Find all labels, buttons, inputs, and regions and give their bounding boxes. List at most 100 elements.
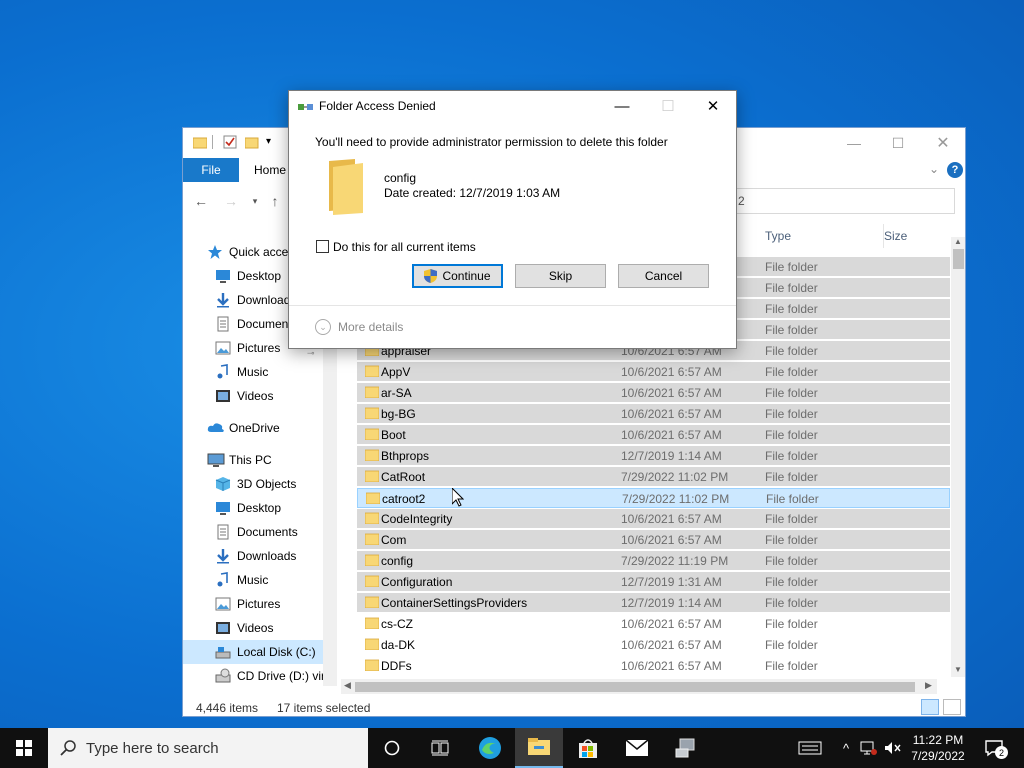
music-icon [215, 364, 231, 380]
large-folder-icon [325, 157, 365, 215]
nav-item[interactable]: Videos [183, 384, 323, 408]
input-indicator-icon[interactable] [796, 740, 824, 756]
mail-icon[interactable] [613, 728, 661, 768]
folder-access-denied-dialog: Folder Access Denied — ☐ ✕ You'll need t… [288, 90, 737, 349]
scroll-down-icon[interactable]: ▼ [954, 665, 962, 674]
dialog-close-icon[interactable]: ✕ [690, 91, 736, 121]
help-icon[interactable]: ? [947, 162, 963, 178]
table-row[interactable]: cs-CZ 10/6/2021 6:57 AM File folder [357, 614, 950, 634]
table-row[interactable]: ContainerSettingsProviders 12/7/2019 1:14… [357, 593, 950, 613]
taskbar-search-box[interactable]: Type here to search [48, 728, 368, 768]
scroll-up-icon[interactable]: ▲ [954, 237, 962, 246]
nav-item[interactable]: Videos [183, 616, 323, 640]
file-list-horizontal-scrollbar[interactable]: ◀ ▶ [341, 679, 937, 694]
nav-item[interactable]: Music [183, 360, 323, 384]
large-icons-view-icon[interactable] [943, 699, 961, 715]
nav-item[interactable]: 3D Objects [183, 472, 323, 496]
recent-locations-icon[interactable]: ▾ [247, 193, 263, 209]
table-row[interactable]: Bthprops 12/7/2019 1:14 AM File folder [357, 446, 950, 466]
table-row[interactable]: da-DK 10/6/2021 6:57 AM File folder [357, 635, 950, 655]
row-date-modified: 12/7/2019 1:14 AM [621, 596, 722, 610]
row-type: File folder [765, 470, 818, 484]
tab-file[interactable]: File [183, 158, 239, 182]
cortana-icon[interactable] [368, 728, 416, 768]
file-explorer-taskbar-icon[interactable] [515, 728, 563, 768]
close-icon[interactable]: ✕ [920, 128, 965, 158]
forward-arrow-icon[interactable]: → [223, 193, 239, 209]
folder-date-created: Date created: 12/7/2019 1:03 AM [384, 186, 561, 200]
folder-icon [365, 596, 379, 608]
nav-item[interactable]: Pictures [183, 592, 323, 616]
nav-item-label: OneDrive [229, 421, 280, 435]
selected-count: 17 items selected [277, 701, 371, 715]
cancel-button[interactable]: Cancel [618, 264, 709, 288]
row-type: File folder [765, 596, 818, 610]
table-row[interactable]: Configuration 12/7/2019 1:31 AM File folde… [357, 572, 950, 592]
scrollbar-thumb[interactable] [953, 249, 964, 269]
music-icon [215, 572, 231, 588]
pictures-icon [215, 340, 231, 356]
edge-browser-icon[interactable] [466, 728, 514, 768]
microsoft-store-icon[interactable] [564, 728, 612, 768]
nav-item[interactable]: Downloads [183, 544, 323, 568]
table-row[interactable]: CatRoot 7/29/2022 11:02 PM File folder [357, 467, 950, 487]
nav-item[interactable]: Local Disk (C:) [183, 640, 323, 664]
nav-item[interactable]: This PC [183, 448, 323, 472]
row-date-modified: 12/7/2019 1:14 AM [621, 449, 722, 463]
chevron-down-icon[interactable]: ⌄ [929, 162, 939, 176]
continue-button[interactable]: Continue [412, 264, 503, 288]
cloud-icon [207, 420, 224, 436]
scroll-right-icon[interactable]: ▶ [925, 680, 932, 691]
table-row[interactable]: Com 10/6/2021 6:57 AM File folder [357, 530, 950, 550]
system-clock[interactable]: 11:22 PM 7/29/2022 [906, 732, 970, 764]
table-row[interactable]: DDFs 10/6/2021 6:57 AM File folder [357, 656, 950, 676]
back-arrow-icon[interactable]: ← [193, 193, 209, 209]
network-status-icon[interactable] [858, 740, 880, 756]
table-row[interactable]: config 7/29/2022 11:19 PM File folder [357, 551, 950, 571]
row-type: File folder [765, 407, 818, 421]
properties-icon[interactable] [223, 135, 237, 149]
nav-item[interactable]: CD Drive (D:) virt [183, 664, 328, 688]
apply-to-all-checkbox[interactable] [316, 240, 329, 253]
row-name: Bthprops [381, 449, 430, 463]
table-row[interactable]: bg-BG 10/6/2021 6:57 AM File folder [357, 404, 950, 424]
table-row[interactable]: ar-SA 10/6/2021 6:57 AM File folder [357, 383, 950, 403]
file-list-vertical-scrollbar[interactable]: ▲ ▼ [951, 237, 965, 677]
table-row[interactable]: catroot2 7/29/2022 11:02 PM File folder [357, 488, 950, 508]
new-folder-icon[interactable] [245, 135, 259, 149]
nav-item[interactable]: OneDrive [183, 416, 323, 440]
skip-button[interactable]: Skip [515, 264, 606, 288]
row-type: File folder [765, 638, 818, 652]
folder-icon [365, 638, 379, 650]
customize-toolbar-icon[interactable]: ▾ [266, 136, 271, 147]
table-row[interactable]: AppV 10/6/2021 6:57 AM File folder [357, 362, 950, 382]
row-name: bg-BG [381, 407, 416, 421]
network-app-icon[interactable] [662, 728, 710, 768]
row-type: File folder [765, 449, 818, 463]
table-row[interactable]: CodeIntegrity 10/6/2021 6:57 AM File folde… [357, 509, 950, 529]
dialog-minimize-icon[interactable]: — [599, 91, 645, 121]
windows-logo-icon [16, 740, 32, 756]
nav-item[interactable]: Music [183, 568, 323, 592]
up-arrow-icon[interactable]: ↑ [267, 193, 283, 209]
horizontal-scrollbar-thumb[interactable] [355, 682, 915, 692]
nav-item[interactable]: Documents [183, 520, 323, 544]
nav-item-label: Music [237, 365, 269, 379]
details-view-icon[interactable] [921, 699, 939, 715]
more-details-toggle[interactable]: ⌄ More details [315, 319, 403, 335]
nav-item[interactable]: Desktop [183, 496, 323, 520]
maximize-icon[interactable]: ☐ [875, 128, 921, 158]
column-header-type-label: Type [765, 229, 792, 243]
start-button[interactable] [0, 728, 48, 768]
volume-muted-icon[interactable] [882, 740, 904, 756]
address-bar[interactable]: 2 [731, 188, 955, 214]
row-date-modified: 10/6/2021 6:57 AM [621, 386, 722, 400]
show-hidden-icons-icon[interactable]: ^ [836, 740, 856, 756]
table-row[interactable]: Boot 10/6/2021 6:57 AM File folder [357, 425, 950, 445]
desktop-icon [215, 500, 231, 516]
task-view-icon[interactable] [416, 728, 464, 768]
scroll-left-icon[interactable]: ◀ [344, 680, 351, 691]
action-center-icon[interactable]: 2 [980, 740, 1010, 759]
nav-item-label: Desktop [237, 269, 282, 283]
minimize-icon[interactable]: — [831, 128, 877, 158]
